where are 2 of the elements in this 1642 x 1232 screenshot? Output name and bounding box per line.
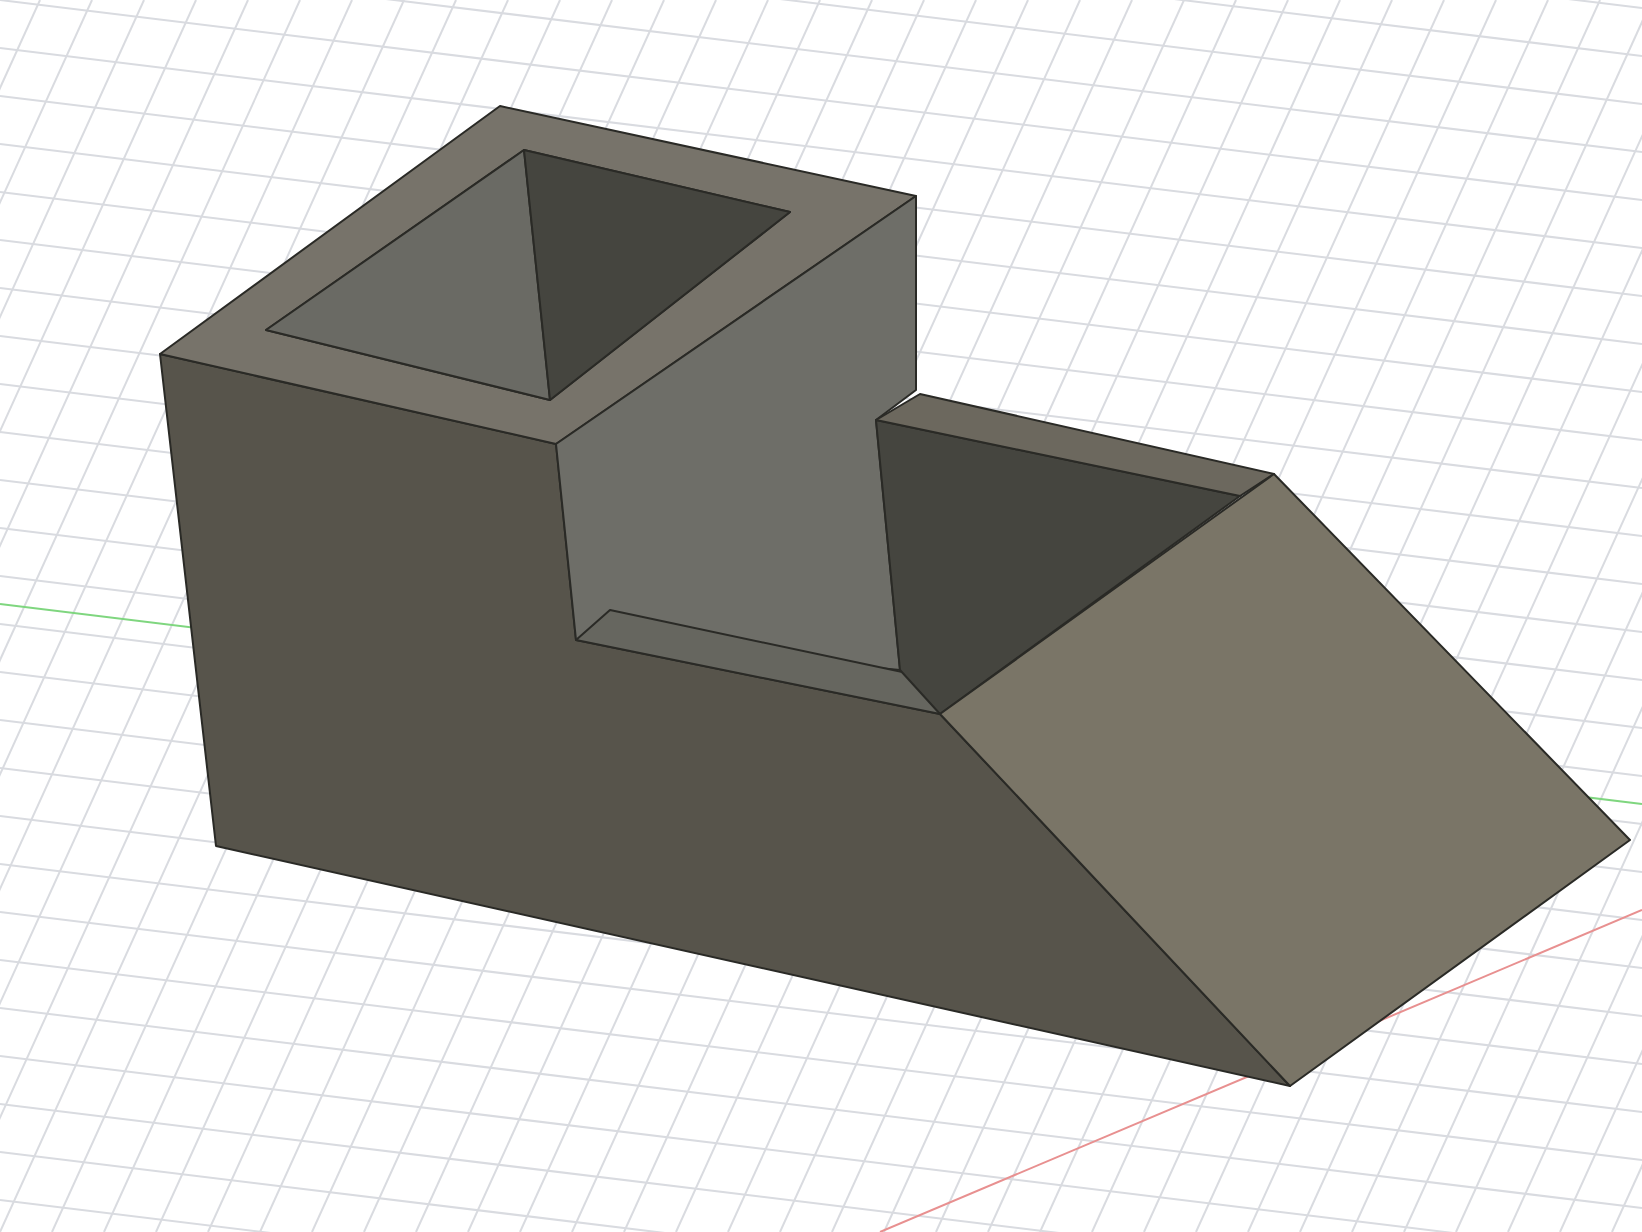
viewport-background[interactable] [0,0,1642,1232]
cad-model-drawing[interactable] [159,105,1631,1087]
